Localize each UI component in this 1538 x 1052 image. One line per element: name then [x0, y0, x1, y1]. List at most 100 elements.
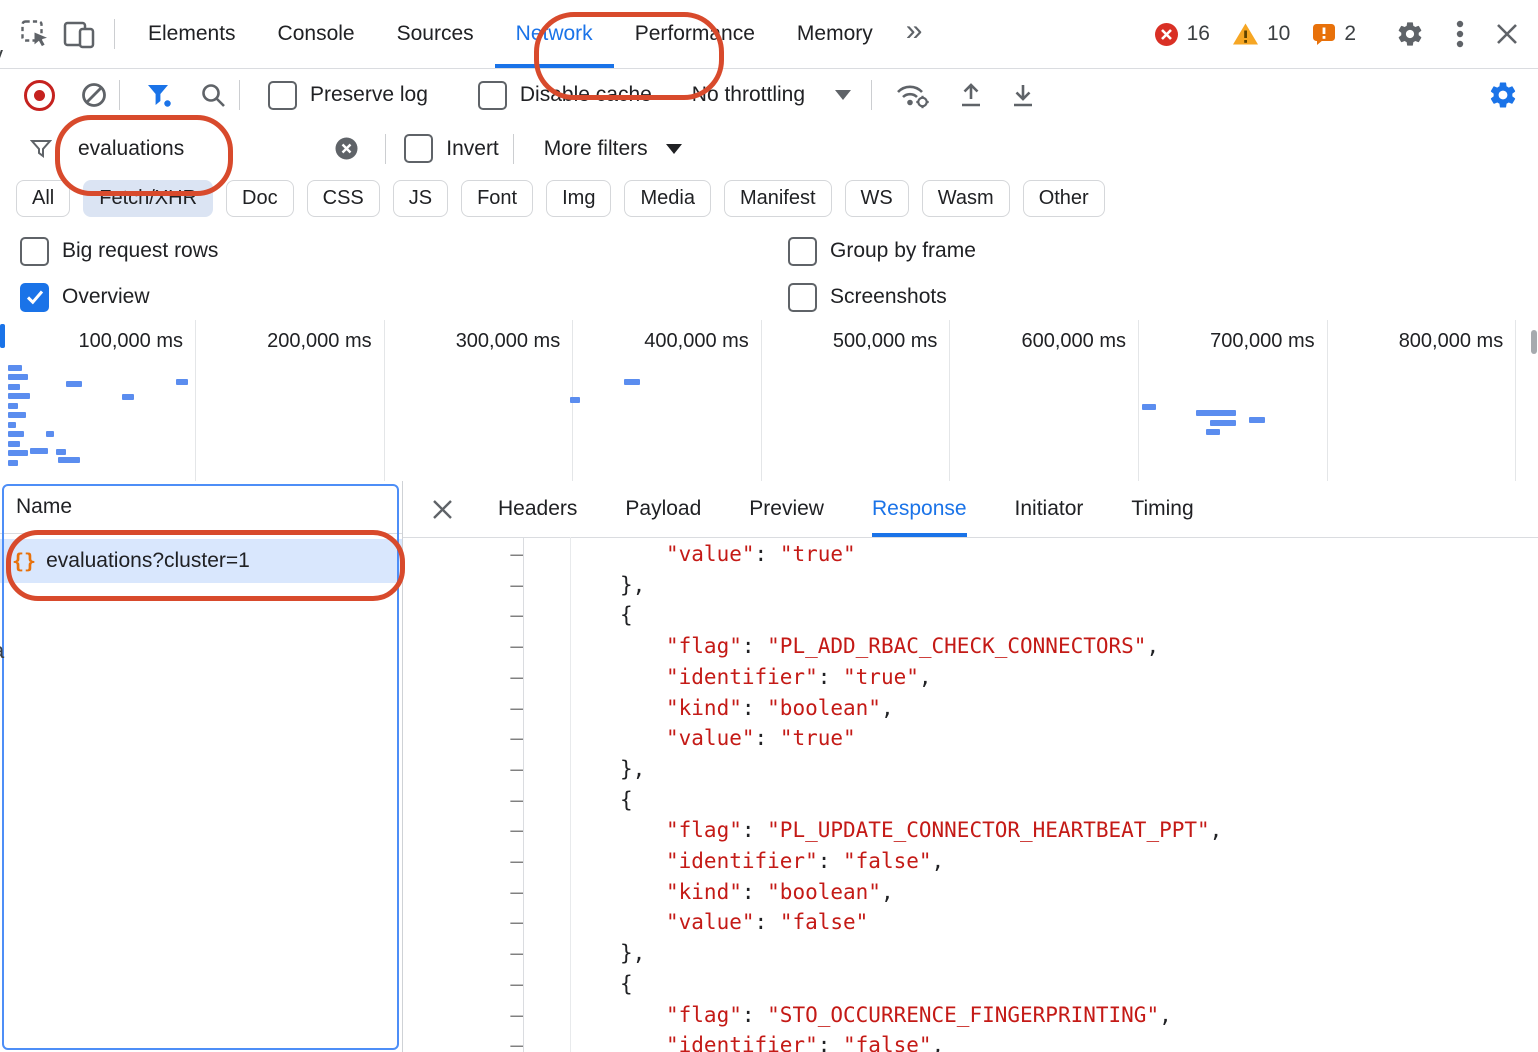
main-tab-strip: ElementsConsoleSourcesNetworkPerformance… — [127, 0, 894, 68]
network-settings-gear-icon[interactable] — [1488, 80, 1518, 110]
tab-sources[interactable]: Sources — [376, 0, 495, 68]
chip-doc[interactable]: Doc — [226, 180, 294, 217]
response-viewer[interactable]: –"value": "true"–},–{–"flag": "PL_ADD_RB… — [403, 537, 1538, 1052]
more-tabs-icon[interactable]: » — [906, 14, 923, 48]
chevron-down-icon — [666, 144, 682, 154]
search-icon[interactable] — [199, 81, 227, 109]
checkbox[interactable] — [404, 134, 433, 163]
invert-checkbox[interactable]: Invert — [404, 134, 499, 163]
json-punctuation: : — [742, 634, 767, 658]
checkbox[interactable] — [788, 237, 817, 266]
json-punctuation: : — [818, 665, 843, 689]
filter-input[interactable]: evaluations — [78, 137, 184, 161]
overview-request-bar — [8, 393, 30, 399]
screenshots-checkbox[interactable]: Screenshots — [788, 283, 947, 312]
preserve-log-checkbox[interactable]: Preserve log — [268, 81, 428, 110]
json-punctuation: : — [818, 1033, 843, 1052]
gutter-line-marker: – — [403, 662, 559, 693]
issues-count-badge[interactable]: 2 — [1312, 22, 1356, 46]
overview-tick-label: 400,000 ms — [644, 330, 749, 353]
json-string: "boolean" — [767, 880, 881, 904]
chip-img[interactable]: Img — [546, 180, 611, 217]
detail-tab-headers[interactable]: Headers — [498, 481, 577, 537]
overview-request-bar — [8, 441, 20, 447]
big-request-rows-checkbox[interactable]: Big request rows — [20, 237, 218, 266]
overview-left-handle[interactable] — [0, 324, 5, 348]
detail-tab-initiator[interactable]: Initiator — [1015, 481, 1084, 537]
import-har-icon[interactable] — [958, 81, 984, 109]
chip-all[interactable]: All — [16, 180, 70, 217]
tab-network[interactable]: Network — [495, 0, 614, 68]
gutter-line-marker: – — [403, 600, 559, 631]
tab-elements[interactable]: Elements — [127, 0, 257, 68]
chip-manifest[interactable]: Manifest — [724, 180, 832, 217]
code-text: "identifier": "true", — [559, 662, 932, 693]
throttling-select[interactable]: No throttling — [692, 83, 805, 107]
close-detail-icon[interactable] — [431, 498, 454, 521]
chip-media[interactable]: Media — [624, 180, 710, 217]
checkbox-checked[interactable] — [20, 283, 49, 312]
overview-gridline — [1327, 320, 1328, 481]
chip-ws[interactable]: WS — [845, 180, 909, 217]
gutter-line-marker: – — [403, 815, 559, 846]
chip-other[interactable]: Other — [1023, 180, 1105, 217]
json-punctuation: : — [755, 910, 780, 934]
overview-request-bar — [624, 379, 640, 385]
disable-cache-checkbox[interactable]: Disable cache — [478, 81, 652, 110]
chip-wasm[interactable]: Wasm — [922, 180, 1010, 217]
overview-request-bar — [8, 450, 28, 456]
clear-network-log-icon[interactable] — [81, 82, 107, 108]
detail-tab-preview[interactable]: Preview — [749, 481, 824, 537]
checkbox[interactable] — [268, 81, 297, 110]
overview-tick-label: 100,000 ms — [78, 330, 183, 353]
checkbox[interactable] — [478, 81, 507, 110]
screenshots-label: Screenshots — [830, 285, 947, 309]
warning-count-badge[interactable]: 10 — [1232, 22, 1290, 46]
chip-js[interactable]: JS — [393, 180, 448, 217]
code-line: –{ — [403, 785, 1538, 816]
chip-fetch-xhr[interactable]: Fetch/XHR — [83, 180, 213, 217]
gutter-border — [523, 537, 524, 1052]
gutter-line-marker: – — [403, 539, 559, 570]
chip-font[interactable]: Font — [461, 180, 533, 217]
chip-css[interactable]: CSS — [307, 180, 380, 217]
tab-memory[interactable]: Memory — [776, 0, 894, 68]
code-text: }, — [559, 938, 645, 969]
name-column-header[interactable]: Name — [0, 481, 402, 534]
checkbox[interactable] — [20, 237, 49, 266]
overview-timeline[interactable]: 100,000 ms200,000 ms300,000 ms400,000 ms… — [0, 320, 1538, 482]
json-string: "kind" — [666, 880, 742, 904]
export-har-icon[interactable] — [1010, 81, 1036, 109]
json-punctuation: : — [818, 849, 843, 873]
code-line: –}, — [403, 570, 1538, 601]
network-filter-bar: evaluations Invert More filters — [0, 122, 1538, 176]
tab-console[interactable]: Console — [257, 0, 376, 68]
overview-request-bar — [8, 422, 16, 428]
checkbox[interactable] — [788, 283, 817, 312]
more-options-kebab-icon[interactable] — [1456, 19, 1464, 49]
gutter-line-marker: – — [403, 1000, 559, 1031]
network-conditions-icon[interactable] — [894, 80, 930, 110]
detail-tab-response[interactable]: Response — [872, 481, 967, 537]
device-toolbar-icon[interactable] — [56, 19, 102, 49]
record-network-log-icon[interactable] — [24, 80, 55, 111]
tab-performance[interactable]: Performance — [614, 0, 776, 68]
inspect-element-icon[interactable] — [14, 19, 56, 49]
settings-gear-icon[interactable] — [1396, 20, 1424, 48]
json-punctuation: , — [1146, 634, 1159, 658]
overview-checkbox[interactable]: Overview — [20, 283, 150, 312]
request-row[interactable]: {}evaluations?cluster=1 — [0, 539, 402, 583]
group-by-frame-checkbox[interactable]: Group by frame — [788, 237, 976, 266]
error-count: 16 — [1187, 22, 1210, 46]
detail-tab-timing[interactable]: Timing — [1131, 481, 1193, 537]
filter-funnel-icon[interactable] — [146, 82, 173, 109]
detail-tab-payload[interactable]: Payload — [625, 481, 701, 537]
code-text: "flag": "STO_OCCURRENCE_FINGERPRINTING", — [559, 1000, 1172, 1031]
code-line: –"flag": "PL_UPDATE_CONNECTOR_HEARTBEAT_… — [403, 815, 1538, 846]
close-devtools-icon[interactable] — [1494, 21, 1520, 47]
json-string: "false" — [843, 849, 932, 873]
error-count-badge[interactable]: 16 — [1154, 22, 1210, 47]
overview-right-handle[interactable] — [1531, 330, 1537, 354]
clear-filter-icon[interactable] — [334, 136, 359, 161]
more-filters-button[interactable]: More filters — [544, 137, 648, 161]
